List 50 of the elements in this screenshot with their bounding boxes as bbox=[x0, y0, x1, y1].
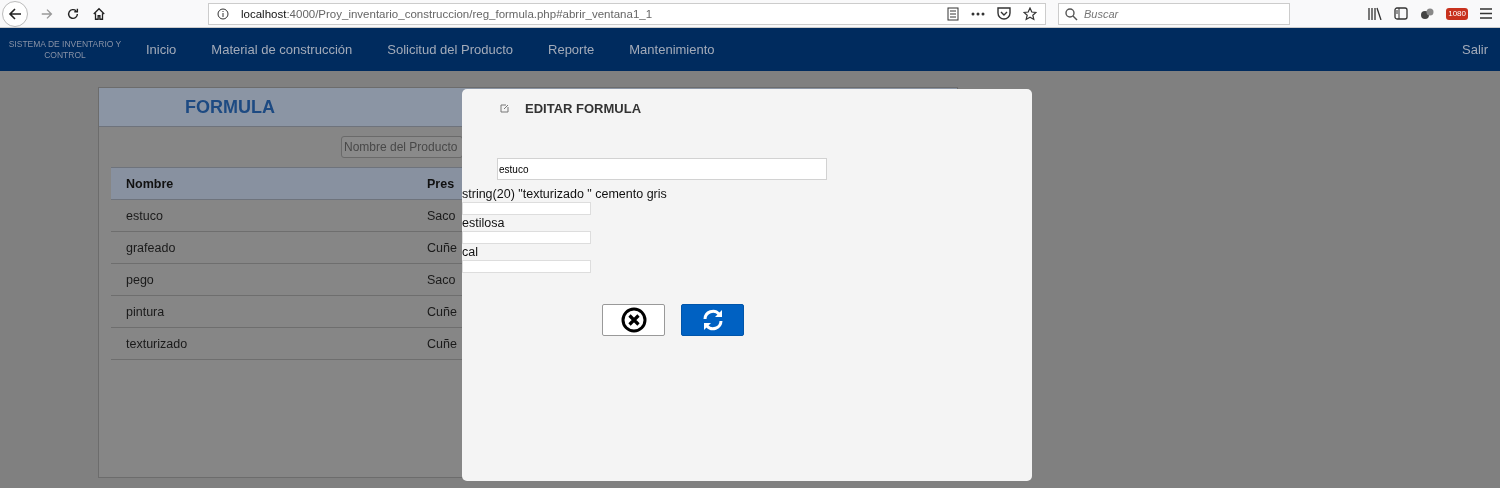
table-cell: Cuñe bbox=[427, 240, 457, 255]
nav-link[interactable]: Inicio bbox=[146, 42, 177, 57]
back-button[interactable] bbox=[2, 0, 28, 27]
column-header: Nombre bbox=[126, 176, 175, 191]
more-icon[interactable] bbox=[971, 11, 985, 16]
extension-badge[interactable]: 1080 bbox=[1446, 7, 1468, 20]
table-cell-text: pego bbox=[126, 272, 155, 287]
quantity-field[interactable] bbox=[462, 231, 591, 244]
table-cell-text: estuco bbox=[126, 208, 164, 223]
table-cell: Saco bbox=[427, 208, 456, 223]
quantity-field[interactable] bbox=[462, 260, 591, 273]
reader-view-icon[interactable] bbox=[947, 6, 959, 21]
nav-link[interactable]: Reporte bbox=[548, 42, 595, 57]
nav-link[interactable]: Solicitud del Producto bbox=[387, 42, 513, 57]
brand-text[interactable]: SISTEMA DE INVENTARIO Y CONTROL bbox=[6, 38, 124, 61]
pocket-icon[interactable] bbox=[997, 7, 1011, 20]
panel-title: FORMULA bbox=[185, 96, 275, 118]
field-label: estilosa bbox=[462, 215, 505, 231]
table-cell: Cuñe bbox=[427, 304, 457, 319]
back-arrow-icon bbox=[7, 5, 23, 22]
info-icon[interactable] bbox=[217, 7, 229, 20]
table-cell-text: pintura bbox=[126, 304, 166, 319]
close-icon bbox=[620, 307, 647, 333]
quantity-field[interactable] bbox=[462, 202, 591, 215]
search-field[interactable]: Buscar bbox=[1058, 2, 1290, 25]
dialog-title: EDITAR FORMULA bbox=[525, 100, 642, 116]
column-header: Pres bbox=[427, 176, 455, 191]
reload-icon[interactable] bbox=[66, 6, 80, 21]
star-icon[interactable] bbox=[1023, 6, 1037, 21]
table-cell: Cuñe bbox=[427, 336, 457, 351]
table-cell-text: texturizado bbox=[126, 336, 189, 351]
nav-link[interactable]: Mantenimiento bbox=[629, 42, 715, 57]
extension-icon[interactable] bbox=[1420, 7, 1435, 20]
table-cell-text: grafeado bbox=[126, 240, 177, 255]
search-icon bbox=[1065, 7, 1078, 21]
nav-link[interactable]: Material de construcción bbox=[211, 42, 353, 57]
sidebar-icon[interactable] bbox=[1394, 7, 1409, 20]
field-label: cal bbox=[462, 244, 478, 260]
menu-icon[interactable] bbox=[1480, 8, 1492, 19]
table-cell: Saco bbox=[427, 272, 456, 287]
home-icon[interactable] bbox=[92, 6, 106, 21]
update-button[interactable] bbox=[681, 304, 744, 336]
field-label: string(20) "texturizado " cemento gris bbox=[462, 186, 667, 202]
address-bar[interactable]: localhost:4000/Proy_inventario_construccion/reg_formula.php#abrir_ventana1_1 bbox=[208, 2, 1046, 25]
name-field[interactable]: estuco bbox=[497, 158, 827, 180]
cancel-button[interactable] bbox=[602, 304, 665, 336]
logout-link[interactable]: Salir bbox=[1462, 42, 1488, 57]
product-search-field[interactable]: Nombre del Producto bbox=[341, 136, 463, 158]
library-icon[interactable] bbox=[1368, 7, 1383, 20]
edit-icon bbox=[500, 103, 509, 113]
